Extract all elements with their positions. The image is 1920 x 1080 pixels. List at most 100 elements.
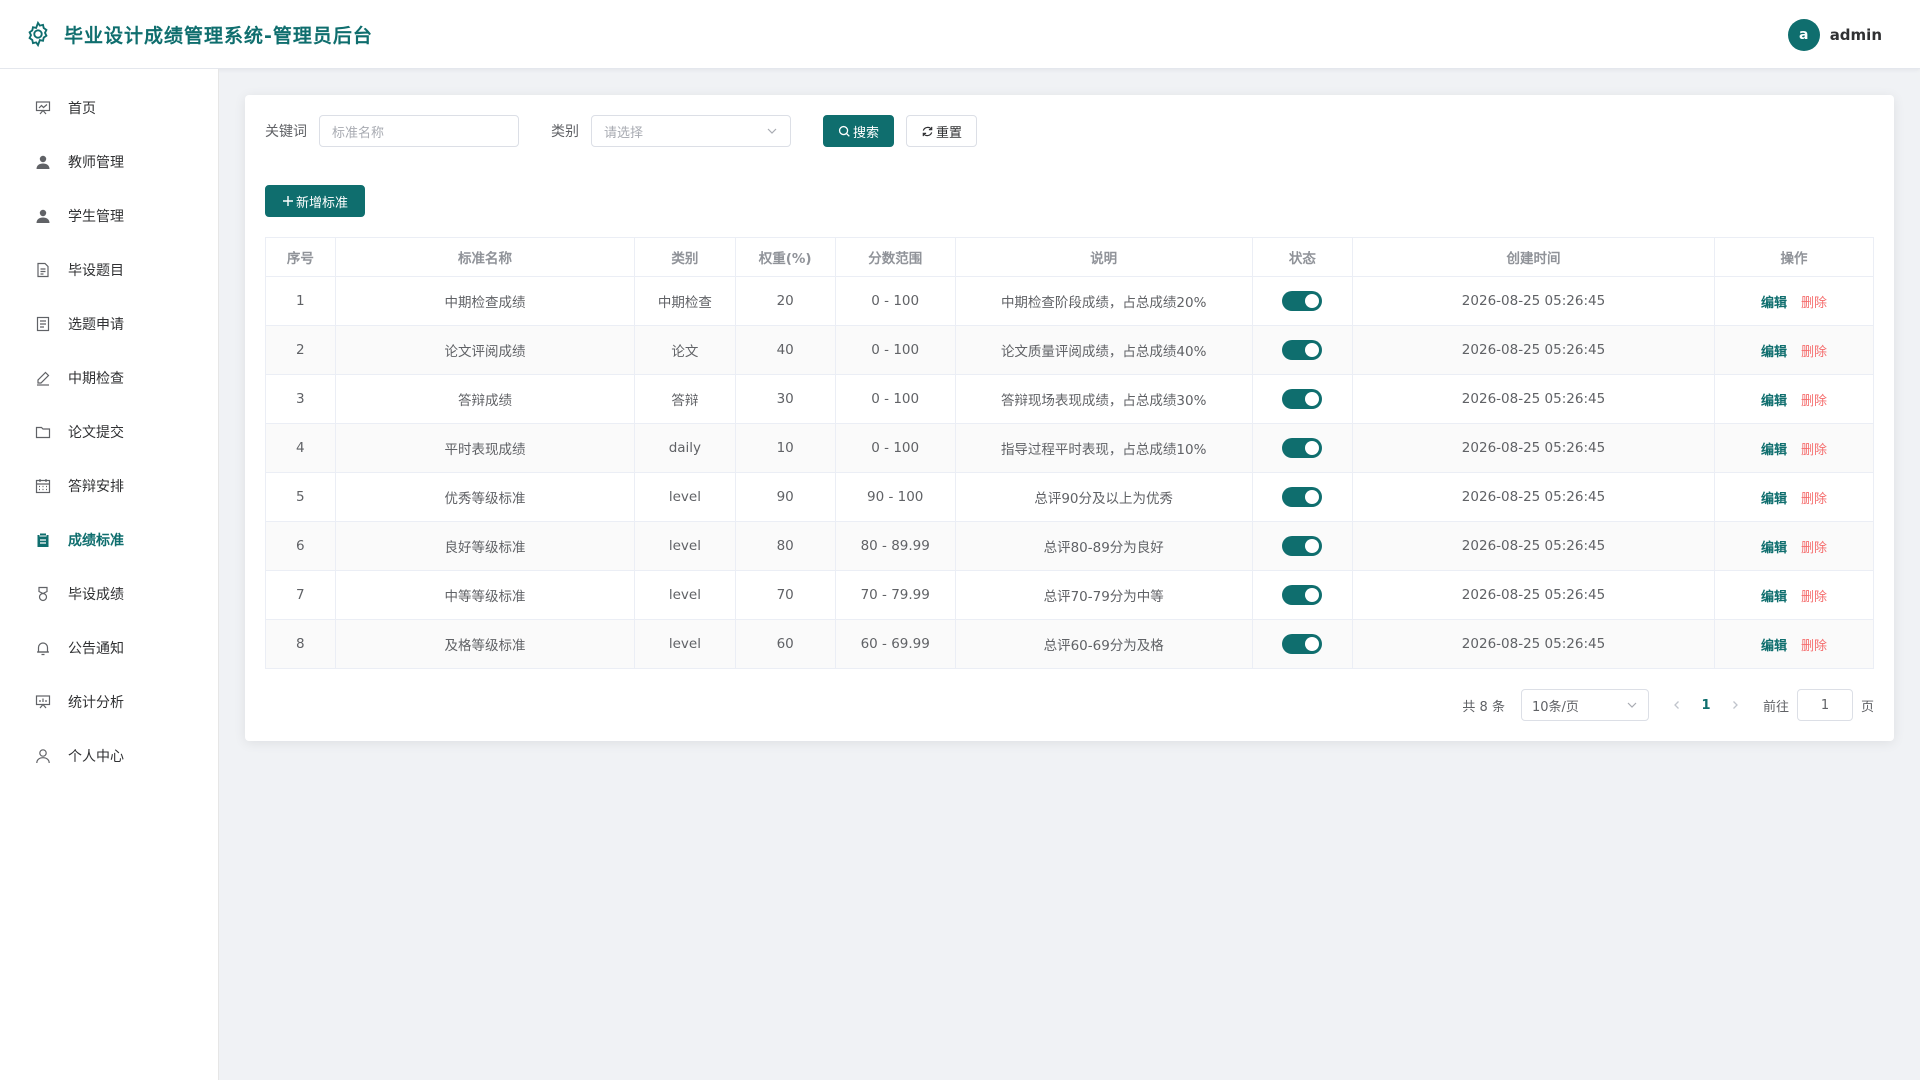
delete-button[interactable]: 删除 — [1801, 492, 1827, 507]
cell-weight: 70 — [734, 570, 836, 620]
sidebar-item-2[interactable]: 教师管理 — [0, 135, 218, 189]
sidebar-item-label: 公告通知 — [68, 641, 124, 657]
edit-button[interactable]: 编辑 — [1761, 590, 1787, 605]
chevron-left-icon — [1674, 701, 1679, 709]
top-header: 毕业设计成绩管理系统-管理员后台 a admin — [0, 0, 1920, 69]
delete-button[interactable]: 删除 — [1801, 639, 1827, 654]
category-select[interactable]: 请选择 — [591, 115, 791, 147]
cell-category: level — [634, 619, 736, 669]
delete-button[interactable]: 删除 — [1801, 345, 1827, 360]
column-header: 状态 — [1251, 237, 1354, 277]
sidebar-item-label: 毕设题目 — [68, 263, 124, 279]
cell-range: 80 - 89.99 — [834, 521, 956, 571]
category-label: 类别 — [551, 124, 579, 140]
avatar[interactable]: a — [1787, 19, 1820, 51]
username[interactable]: admin — [1830, 26, 1882, 44]
sidebar-item-4[interactable]: 毕设题目 — [0, 243, 218, 297]
sidebar-item-1[interactable]: 首页 — [0, 81, 218, 135]
status-toggle[interactable] — [1282, 585, 1323, 605]
edit-button[interactable]: 编辑 — [1761, 443, 1787, 458]
status-toggle[interactable] — [1282, 487, 1323, 507]
sidebar-item-label: 个人中心 — [68, 749, 124, 765]
page-number-current[interactable]: 1 — [1693, 689, 1719, 721]
cell-desc: 论文质量评阅成绩，占总成绩40% — [954, 325, 1253, 375]
user-outline-icon — [34, 747, 52, 765]
cell-desc: 指导过程平时表现，占总成绩10% — [954, 423, 1253, 473]
cell-name: 论文评阅成绩 — [334, 325, 636, 375]
gear-icon — [28, 20, 48, 48]
delete-button[interactable]: 删除 — [1801, 541, 1827, 556]
add-standard-button[interactable]: 新增标准 — [265, 185, 366, 217]
edit-button[interactable]: 编辑 — [1761, 345, 1787, 360]
cell-weight: 90 — [734, 472, 836, 522]
edit-button[interactable]: 编辑 — [1761, 492, 1787, 507]
filter-bar: 关键词 标准名称 类别 请选择 搜索 重置 — [265, 115, 978, 147]
cell-created: 2026-08-25 05:26:45 — [1352, 521, 1715, 571]
cell-actions: 编辑 删除 — [1713, 423, 1875, 473]
sidebar-item-13[interactable]: 个人中心 — [0, 729, 218, 783]
status-toggle[interactable] — [1282, 291, 1323, 311]
keyword-placeholder: 标准名称 — [332, 125, 385, 141]
sidebar-item-label: 首页 — [68, 101, 96, 117]
cell-weight: 30 — [734, 374, 836, 424]
cell-no: 8 — [265, 619, 336, 669]
user-menu[interactable]: a admin — [1787, 19, 1882, 51]
cell-no: 6 — [265, 521, 336, 571]
next-page-button[interactable] — [1719, 689, 1751, 721]
sidebar-item-3[interactable]: 学生管理 — [0, 189, 218, 243]
status-toggle[interactable] — [1282, 389, 1323, 409]
chevron-down-icon — [767, 128, 777, 134]
edit-button[interactable]: 编辑 — [1761, 541, 1787, 556]
sidebar-item-label: 教师管理 — [68, 155, 124, 171]
refresh-icon — [921, 125, 934, 138]
delete-button[interactable]: 删除 — [1801, 394, 1827, 409]
add-button-label: 新增标准 — [296, 195, 349, 211]
sidebar-item-label: 毕设成绩 — [68, 587, 124, 603]
sidebar-item-5[interactable]: 选题申请 — [0, 297, 218, 351]
edit-button[interactable]: 编辑 — [1761, 296, 1787, 311]
reset-button[interactable]: 重置 — [906, 115, 978, 147]
cell-status — [1251, 570, 1354, 620]
delete-button[interactable]: 删除 — [1801, 296, 1827, 311]
cell-actions: 编辑 删除 — [1713, 472, 1875, 522]
sidebar-item-7[interactable]: 论文提交 — [0, 405, 218, 459]
cell-desc: 总评60-69分为及格 — [954, 619, 1253, 669]
sidebar-item-12[interactable]: 统计分析 — [0, 675, 218, 729]
column-header: 权重(%) — [734, 237, 836, 277]
sidebar-item-9[interactable]: 成绩标准 — [0, 513, 218, 567]
cell-range: 90 - 100 — [834, 472, 956, 522]
standards-table: 序号 标准名称 类别 权重(%) 分数范围 说明 状态 创建时间 操作 1 中期检查成绩 中期检查 2… — [265, 237, 1875, 669]
goto-page-input[interactable]: 1 — [1796, 689, 1853, 721]
cell-weight: 20 — [734, 276, 836, 326]
sidebar-item-8[interactable]: 答辩安排 — [0, 459, 218, 513]
cell-actions: 编辑 删除 — [1713, 276, 1875, 326]
cell-range: 0 - 100 — [834, 423, 956, 473]
sidebar-item-10[interactable]: 毕设成绩 — [0, 567, 218, 621]
cell-category: 中期检查 — [634, 276, 736, 326]
cell-actions: 编辑 删除 — [1713, 570, 1875, 620]
cell-created: 2026-08-25 05:26:45 — [1352, 276, 1715, 326]
keyword-input[interactable]: 标准名称 — [319, 115, 519, 147]
data-board-icon — [34, 693, 52, 711]
sidebar-item-11[interactable]: 公告通知 — [0, 621, 218, 675]
cell-status — [1251, 472, 1354, 522]
status-toggle[interactable] — [1282, 340, 1323, 360]
delete-button[interactable]: 删除 — [1801, 443, 1827, 458]
main-card: 关键词 标准名称 类别 请选择 搜索 重置 新增标准 序号 标准名称 类别 权重… — [245, 95, 1894, 741]
edit-button[interactable]: 编辑 — [1761, 394, 1787, 409]
status-toggle[interactable] — [1282, 536, 1323, 556]
cell-status — [1251, 423, 1354, 473]
table-row: 1 中期检查成绩 中期检查 20 0 - 100 中期检查阶段成绩，占总成绩20% 2026… — [265, 276, 1875, 326]
edit-button[interactable]: 编辑 — [1761, 639, 1787, 654]
delete-button[interactable]: 删除 — [1801, 590, 1827, 605]
page-size-select[interactable]: 10条/页 — [1520, 689, 1649, 721]
search-button[interactable]: 搜索 — [823, 115, 895, 147]
table-row: 6 良好等级标准 level 80 80 - 89.99 总评80-89分为良好 2026-… — [265, 521, 1875, 571]
sidebar-item-6[interactable]: 中期检查 — [0, 351, 218, 405]
status-toggle[interactable] — [1282, 634, 1323, 654]
status-toggle[interactable] — [1282, 438, 1323, 458]
cell-category: 论文 — [634, 325, 736, 375]
cell-status — [1251, 619, 1354, 669]
category-placeholder: 请选择 — [604, 125, 644, 141]
prev-page-button[interactable] — [1661, 689, 1693, 721]
